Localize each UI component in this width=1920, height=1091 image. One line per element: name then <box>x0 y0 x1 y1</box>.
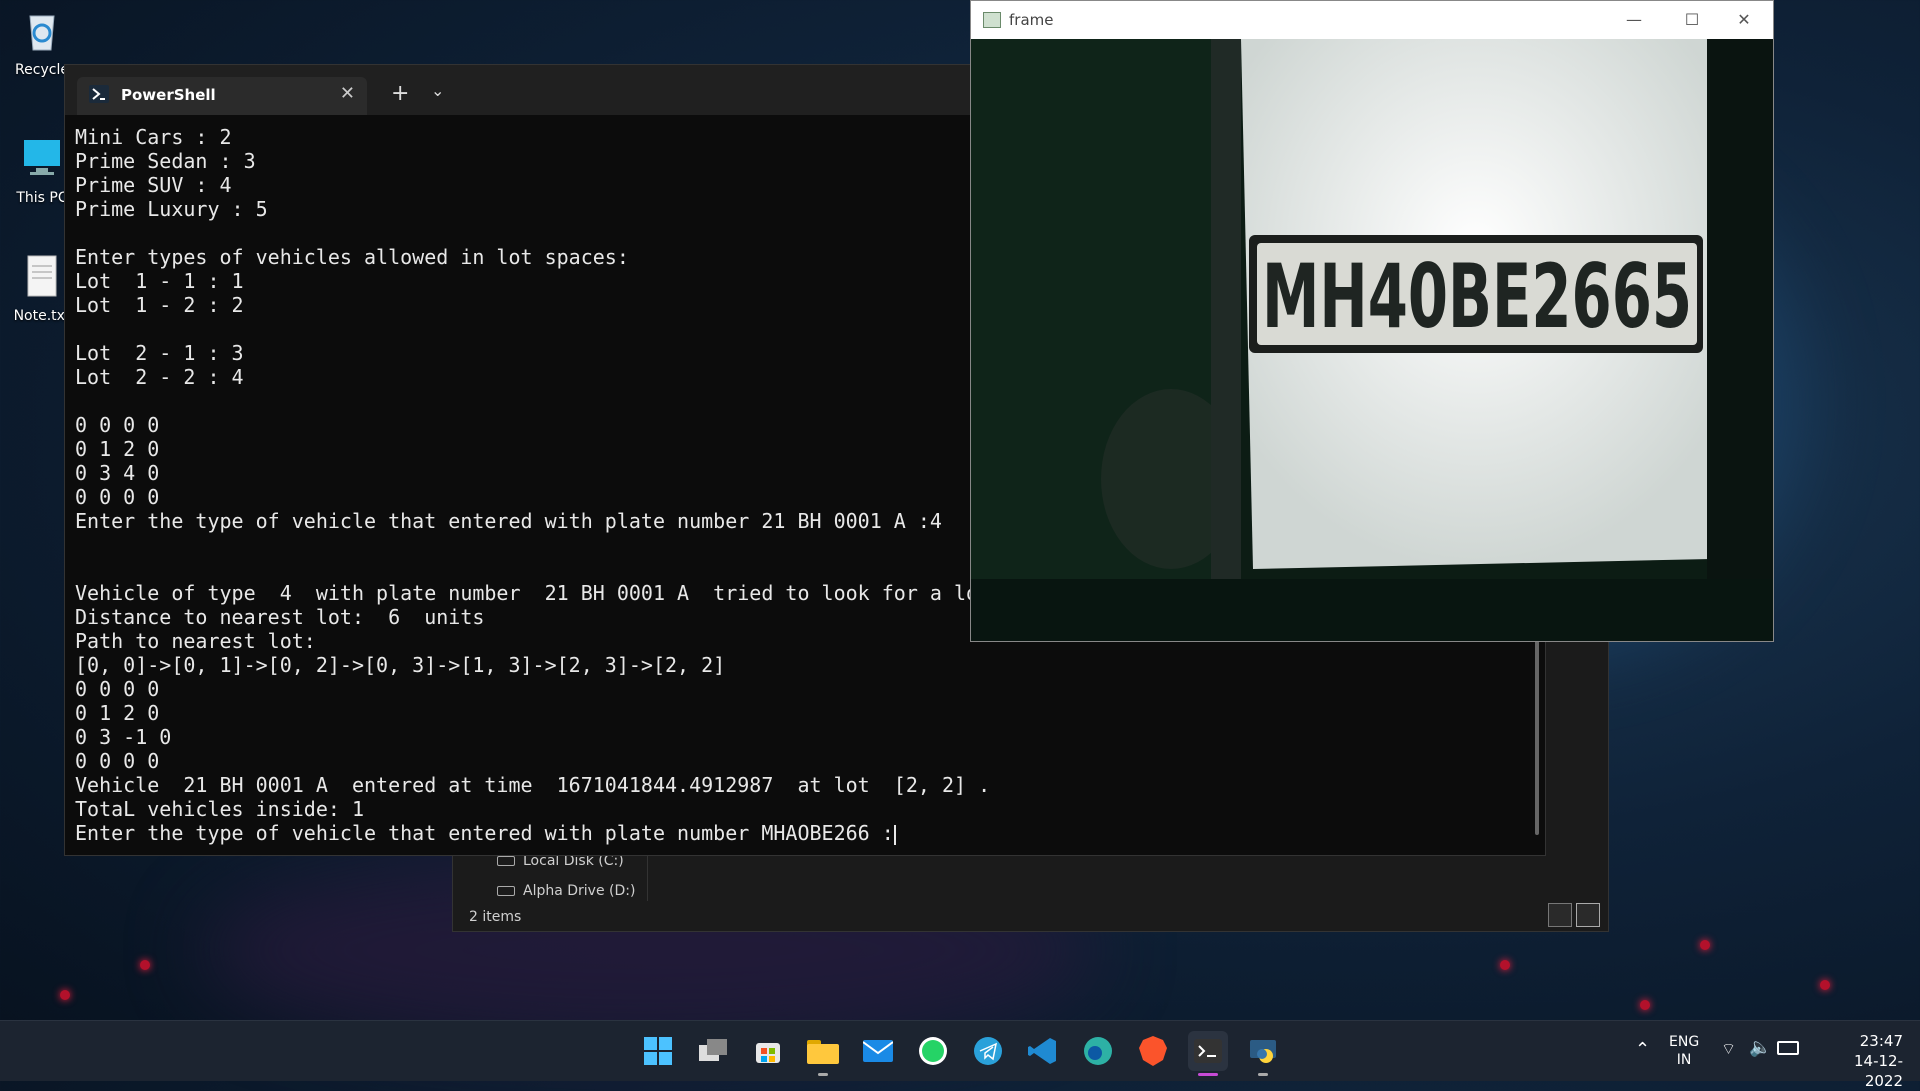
store-icon[interactable] <box>748 1031 788 1071</box>
chevron-up-icon[interactable]: ⌃ <box>1635 1039 1650 1060</box>
volume-icon[interactable]: 🔈 <box>1749 1037 1771 1058</box>
tab-title: PowerShell <box>121 86 216 104</box>
terminal-line: 0 1 2 0 <box>75 701 160 725</box>
battery-icon[interactable] <box>1777 1041 1799 1055</box>
wifi-icon[interactable]: ⌔ <box>1721 1039 1736 1059</box>
task-view-icon[interactable] <box>693 1031 733 1071</box>
taskbar: ⌃ ENG IN ⌔ 🔈 23:47 14-12-2022 <box>0 1020 1920 1090</box>
python-icon[interactable] <box>1243 1031 1283 1071</box>
frame-titlebar[interactable]: frame — ☐ ✕ <box>971 1 1773 39</box>
drive-icon <box>497 886 515 896</box>
language-indicator[interactable]: ENG IN <box>1669 1033 1699 1069</box>
mail-icon[interactable] <box>858 1031 898 1071</box>
text-file-icon <box>27 255 57 297</box>
camera-image: MH40BE2665 <box>971 39 1773 641</box>
system-tray: ⌃ ENG IN ⌔ 🔈 23:47 14-12-2022 <box>1625 1021 1920 1090</box>
close-tab-icon[interactable]: ✕ <box>340 83 355 104</box>
whatsapp-icon[interactable] <box>913 1031 953 1071</box>
edge-icon[interactable] <box>1078 1031 1118 1071</box>
recycle-bin-icon <box>29 15 55 51</box>
start-icon[interactable] <box>638 1031 678 1071</box>
terminal-prompt-line: Enter the type of vehicle that entered w… <box>75 821 894 845</box>
drive-icon <box>497 856 515 866</box>
minimize-button[interactable]: — <box>1611 5 1657 35</box>
details-view-button[interactable] <box>1548 903 1572 927</box>
running-indicator <box>1258 1073 1268 1076</box>
running-indicator <box>818 1073 828 1076</box>
tab-powershell[interactable]: PowerShell ✕ <box>77 77 367 115</box>
monitor-icon <box>24 140 60 175</box>
frame-window[interactable]: frame — ☐ ✕ MH40BE2665 <box>970 0 1774 642</box>
terminal-line: [0, 0]->[0, 1]->[0, 2]->[0, 3]->[1, 3]->… <box>75 653 726 677</box>
file-explorer-icon[interactable] <box>803 1031 843 1071</box>
license-plate-text: MH40BE2665 <box>1262 245 1692 348</box>
terminal-icon[interactable] <box>1188 1031 1228 1071</box>
new-tab-button[interactable]: + <box>391 81 409 106</box>
vscode-icon[interactable] <box>1023 1031 1063 1071</box>
terminal-line: 0 0 0 0 <box>75 677 160 701</box>
terminal-line: Vehicle 21 BH 0001 A entered at time 167… <box>75 773 991 797</box>
active-indicator <box>1198 1073 1218 1076</box>
terminal-line: TotaL vehicles inside: 1 <box>75 797 364 821</box>
maximize-button[interactable]: ☐ <box>1669 5 1715 35</box>
terminal-line: 0 3 -1 0 <box>75 725 172 749</box>
camera-feed: MH40BE2665 <box>971 39 1773 641</box>
telegram-icon[interactable] <box>968 1031 1008 1071</box>
window-title: frame <box>1009 11 1054 29</box>
powershell-icon <box>89 85 109 103</box>
status-bar-items: 2 items <box>469 909 522 925</box>
scrollbar[interactable] <box>1535 625 1539 835</box>
text-cursor <box>893 824 896 845</box>
brave-icon[interactable] <box>1133 1031 1173 1071</box>
clock[interactable]: 23:47 14-12-2022 <box>1823 1031 1903 1091</box>
window-icon <box>983 12 1001 28</box>
tiles-view-button[interactable] <box>1576 903 1600 927</box>
terminal-line: 0 0 0 0 <box>75 749 160 773</box>
nav-item-alpha-drive[interactable]: Alpha Drive (D:) <box>497 883 635 899</box>
close-button[interactable]: ✕ <box>1721 5 1767 35</box>
chevron-down-icon[interactable]: ⌄ <box>431 81 444 100</box>
